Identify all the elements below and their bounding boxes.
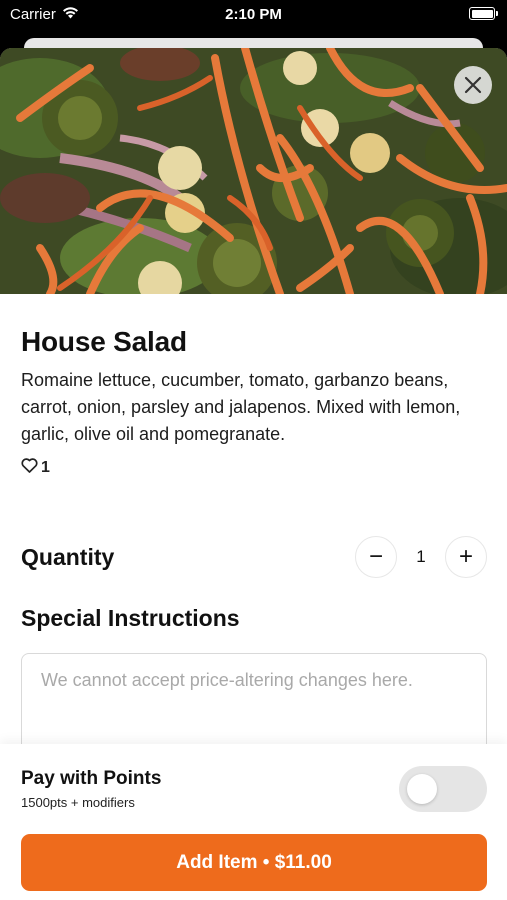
like-button[interactable]: 1 [21, 458, 487, 478]
battery-icon [469, 7, 498, 20]
decrement-button[interactable]: − [355, 536, 397, 578]
quantity-value: 1 [416, 547, 426, 566]
checkout-footer: Pay with Points 1500pts + modifiers Add … [0, 744, 507, 900]
quantity-row: Quantity − 1 + [21, 534, 487, 580]
like-count: 1 [41, 459, 50, 476]
item-detail-sheet: House Salad Romaine lettuce, cucumber, t… [0, 48, 507, 900]
points-cost: 1500pts + modifiers [21, 795, 135, 810]
item-title: House Salad [21, 326, 187, 357]
pay-with-points-label: Pay with Points [21, 768, 162, 789]
add-item-button[interactable]: Add Item • $11.00 [21, 834, 487, 891]
close-icon [464, 76, 482, 94]
pay-with-points-toggle[interactable] [399, 766, 487, 812]
quantity-stepper: − 1 + [355, 536, 487, 578]
special-instructions-label: Special Instructions [21, 605, 240, 631]
close-button[interactable] [454, 66, 492, 104]
minus-icon: − [368, 543, 383, 570]
heart-icon [21, 458, 38, 478]
status-time: 2:10 PM [225, 6, 282, 23]
increment-button[interactable]: + [445, 536, 487, 578]
toggle-knob [407, 774, 437, 804]
item-description: Romaine lettuce, cucumber, tomato, garba… [21, 370, 461, 444]
item-info: House Salad Romaine lettuce, cucumber, t… [21, 326, 487, 478]
status-bar: Carrier 2:10 PM [0, 0, 507, 30]
item-photo [0, 48, 507, 294]
plus-icon: + [458, 543, 473, 570]
quantity-label: Quantity [21, 543, 115, 570]
